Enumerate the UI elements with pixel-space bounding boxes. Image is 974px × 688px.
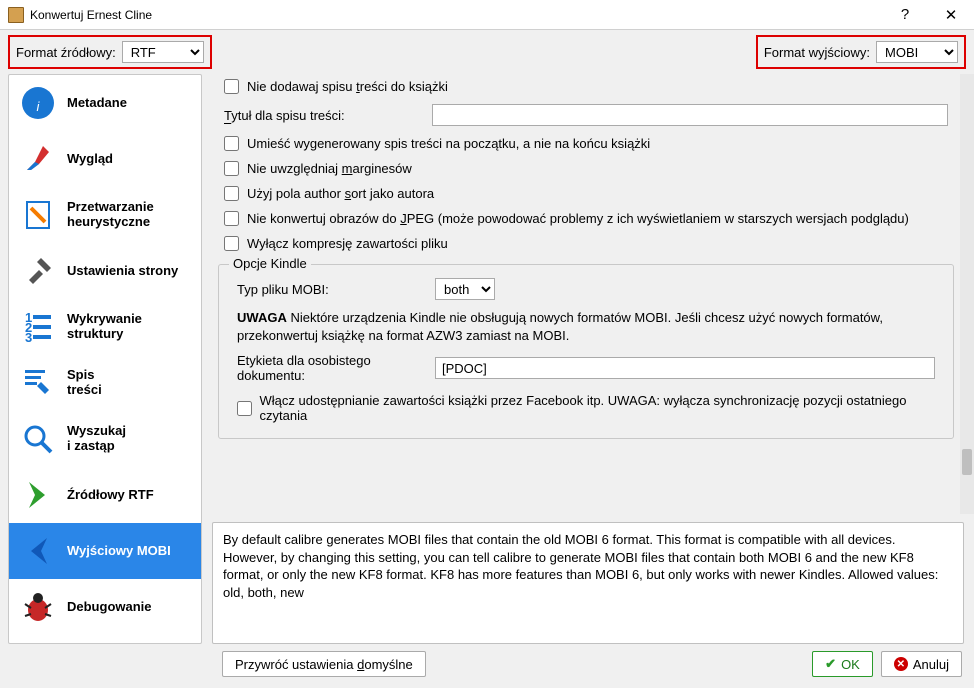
sidebar: i Metadane Wygląd Przetwarzanie heurysty…: [8, 74, 202, 644]
sidebar-item-page[interactable]: Ustawienia strony: [9, 243, 201, 299]
author-sort-label: Użyj pola author sort jako autora: [247, 186, 434, 201]
kindle-group-title: Opcje Kindle: [229, 256, 311, 271]
toc-start-checkbox[interactable]: [224, 136, 239, 151]
output-format-box: Format wyjściowy: MOBI: [756, 35, 966, 69]
sidebar-item-toc[interactable]: Spis treści: [9, 355, 201, 411]
sidebar-item-label: Wyszukaj i zastąp: [67, 424, 126, 454]
toc-title-input[interactable]: [432, 104, 948, 126]
toc-start-label: Umieść wygenerowany spis treści na począ…: [247, 136, 650, 151]
footer: Przywróć ustawienia domyślne ✔ OK ✕ Anul…: [0, 644, 974, 684]
sidebar-item-label: Debugowanie: [67, 600, 152, 615]
sidebar-item-label: Wyjściowy MOBI: [67, 544, 171, 559]
mobi-type-label: Typ pliku MOBI:: [237, 282, 427, 297]
ok-button[interactable]: ✔ OK: [812, 651, 873, 677]
scrollbar-thumb[interactable]: [962, 449, 972, 475]
source-format-select[interactable]: RTF: [122, 41, 204, 63]
hand-list-icon: [19, 364, 57, 402]
ruler-icon: [19, 196, 57, 234]
svg-text:3: 3: [25, 330, 32, 344]
ignore-margins-label: Nie uwzględniaj marginesów: [247, 161, 412, 176]
no-toc-label: Nie dodawaj spisu treści do książki: [247, 79, 448, 94]
sidebar-item-metadata[interactable]: i Metadane: [9, 75, 201, 131]
pdoc-label: Etykieta dla osobistego dokumentu:: [237, 353, 427, 383]
mobi-type-select[interactable]: both: [435, 278, 495, 300]
no-jpeg-checkbox[interactable]: [224, 211, 239, 226]
toc-title-label: Tytuł dla spisu treści:: [224, 108, 424, 123]
kindle-warning: UWAGA Niektóre urządzenia Kindle nie obs…: [225, 305, 947, 348]
chevron-left-icon: [19, 532, 57, 570]
sidebar-item-source[interactable]: Źródłowy RTF: [9, 467, 201, 523]
sidebar-item-label: Źródłowy RTF: [67, 488, 154, 503]
tools-icon: [19, 252, 57, 290]
content-pane: Nie dodawaj spisu treści do książki Tytu…: [202, 74, 974, 644]
restore-defaults-button[interactable]: Przywróć ustawienia domyślne: [222, 651, 426, 677]
app-icon: [8, 7, 24, 23]
format-bar: Format źródłowy: RTF Format wyjściowy: M…: [0, 30, 974, 74]
fb-share-checkbox[interactable]: [237, 401, 252, 416]
scrollbar[interactable]: [960, 74, 974, 514]
no-jpeg-label: Nie konwertuj obrazów do JPEG (może powo…: [247, 211, 909, 226]
titlebar: Konwertuj Ernest Cline ? ✕: [0, 0, 974, 30]
fb-share-label: Włącz udostępnianie zawartości książki p…: [260, 393, 935, 423]
sidebar-item-debug[interactable]: Debugowanie: [9, 579, 201, 635]
source-format-label: Format źródłowy:: [16, 45, 116, 60]
chevron-right-icon: [19, 476, 57, 514]
sidebar-item-label: Wykrywanie struktury: [67, 312, 191, 342]
sidebar-item-output[interactable]: Wyjściowy MOBI: [9, 523, 201, 579]
search-icon: [19, 420, 57, 458]
kindle-group: Opcje Kindle Typ pliku MOBI: both UWAGA …: [218, 264, 954, 439]
sidebar-item-label: Wygląd: [67, 152, 113, 167]
help-text: By default calibre generates MOBI files …: [212, 522, 964, 644]
check-icon: ✔: [825, 656, 836, 672]
sidebar-item-look[interactable]: Wygląd: [9, 131, 201, 187]
output-format-select[interactable]: MOBI: [876, 41, 958, 63]
brush-icon: [19, 140, 57, 178]
list-numbered-icon: 123: [19, 308, 57, 346]
sidebar-item-label: Spis treści: [67, 368, 102, 398]
sidebar-item-search[interactable]: Wyszukaj i zastąp: [9, 411, 201, 467]
sidebar-item-label: Metadane: [67, 96, 127, 111]
source-format-box: Format źródłowy: RTF: [8, 35, 212, 69]
sidebar-item-structure[interactable]: 123 Wykrywanie struktury: [9, 299, 201, 355]
help-button[interactable]: ?: [882, 0, 928, 30]
close-button[interactable]: ✕: [928, 0, 974, 30]
output-format-label: Format wyjściowy:: [764, 45, 870, 60]
bug-icon: [19, 588, 57, 626]
pdoc-input[interactable]: [435, 357, 935, 379]
no-toc-checkbox[interactable]: [224, 79, 239, 94]
window-title: Konwertuj Ernest Cline: [30, 8, 882, 22]
cancel-button[interactable]: ✕ Anuluj: [881, 651, 962, 677]
sidebar-item-heuristic[interactable]: Przetwarzanie heurystyczne: [9, 187, 201, 243]
author-sort-checkbox[interactable]: [224, 186, 239, 201]
cancel-icon: ✕: [894, 657, 908, 671]
sidebar-item-label: Ustawienia strony: [67, 264, 178, 279]
info-icon: i: [19, 84, 57, 122]
sidebar-item-label: Przetwarzanie heurystyczne: [67, 200, 191, 230]
ignore-margins-checkbox[interactable]: [224, 161, 239, 176]
disable-compress-checkbox[interactable]: [224, 236, 239, 251]
disable-compress-label: Wyłącz kompresję zawartości pliku: [247, 236, 448, 251]
